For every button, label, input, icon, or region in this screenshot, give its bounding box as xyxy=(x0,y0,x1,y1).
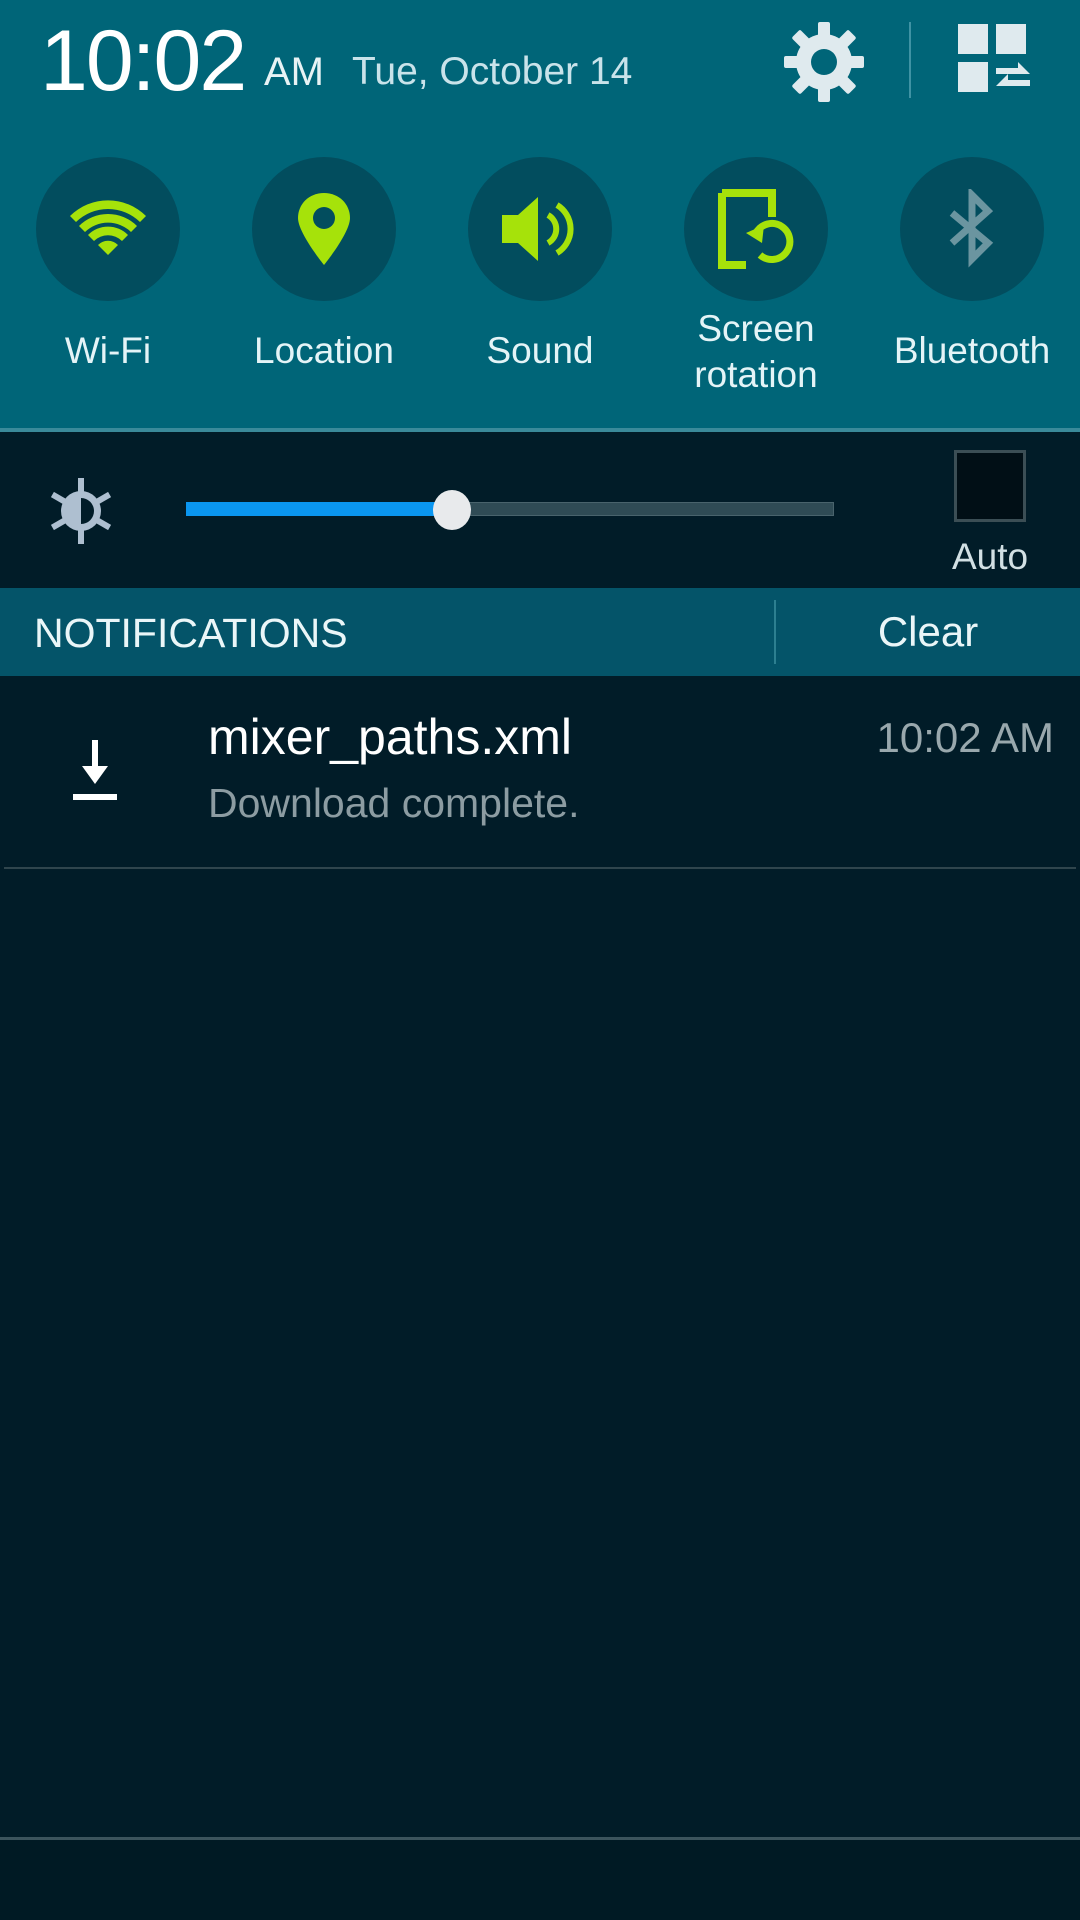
settings-button[interactable] xyxy=(782,20,866,104)
toggle-screen-rotation[interactable]: Screen rotation xyxy=(648,150,864,450)
toggle-wifi-label: Wi-Fi xyxy=(64,330,152,371)
toggle-bluetooth-label: Bluetooth xyxy=(893,330,1051,371)
auto-brightness-checkbox[interactable] xyxy=(954,450,1026,522)
clock-ampm: AM xyxy=(264,50,324,94)
header-divider xyxy=(909,22,911,98)
date-label: Tue, October 14 xyxy=(352,50,633,93)
brightness-icon xyxy=(46,476,116,546)
notification-divider xyxy=(4,867,1076,869)
speaker-icon xyxy=(502,197,574,261)
notification-title: mixer_paths.xml xyxy=(208,709,572,765)
location-pin-icon xyxy=(298,193,350,265)
screen-rotation-icon xyxy=(718,189,794,269)
brightness-slider-thumb[interactable] xyxy=(432,490,471,530)
toggle-bluetooth-circle[interactable] xyxy=(900,157,1044,301)
toggle-screen-rotation-label-line2: rotation xyxy=(694,354,818,395)
gear-icon xyxy=(784,22,864,102)
toggle-wifi[interactable]: Wi-Fi xyxy=(0,150,216,450)
bluetooth-icon xyxy=(949,189,994,268)
toggle-sound-circle[interactable] xyxy=(468,157,612,301)
toggle-location-label: Location xyxy=(254,330,394,371)
wifi-icon xyxy=(70,200,146,255)
notification-message: Download complete. xyxy=(208,780,580,826)
notifications-title: NOTIFICATIONS xyxy=(34,610,348,656)
clock-time: 10:02 xyxy=(40,13,247,109)
notification-time: 10:02 AM xyxy=(876,714,1054,761)
toggle-screen-rotation-label-line1: Screen xyxy=(697,308,815,349)
toggle-location-circle[interactable] xyxy=(252,157,396,301)
auto-brightness-label: Auto xyxy=(951,536,1029,577)
toggle-sound-label: Sound xyxy=(486,330,594,371)
panel-bottom-area xyxy=(0,1840,1080,1920)
toggle-sound[interactable]: Sound xyxy=(432,150,648,450)
toggle-screen-rotation-circle[interactable] xyxy=(684,157,828,301)
toggle-bluetooth[interactable]: Bluetooth xyxy=(864,150,1080,450)
edit-quick-settings-button[interactable] xyxy=(956,22,1036,102)
grid-swap-icon xyxy=(958,24,1030,92)
clear-notifications-button[interactable]: Clear xyxy=(776,588,1080,676)
brightness-slider-fill xyxy=(186,502,452,516)
notification-item[interactable] xyxy=(0,676,1080,868)
toggle-wifi-circle[interactable] xyxy=(36,157,180,301)
toggle-location[interactable]: Location xyxy=(216,150,432,450)
download-icon xyxy=(70,740,120,802)
